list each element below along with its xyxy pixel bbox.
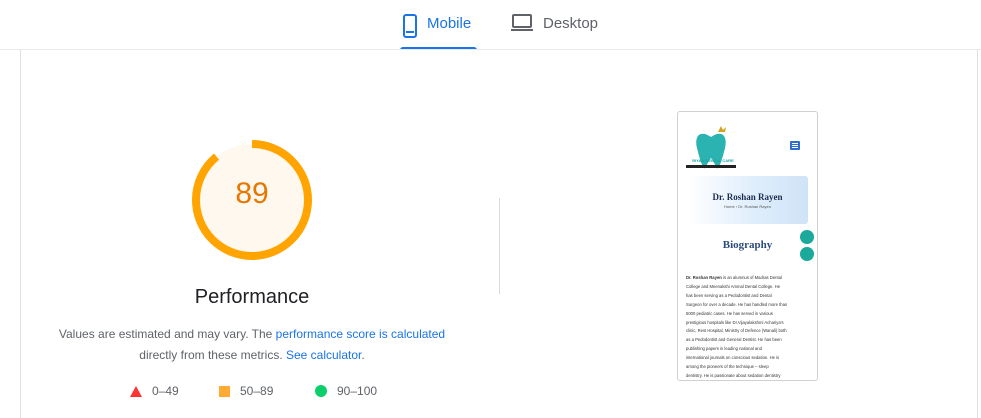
bio-line: is an alumnus of Madras Dental	[721, 275, 782, 280]
bio-line: dentistry. He is passionate about sedati…	[686, 372, 781, 378]
bio-line: College and Meenakshi Ammal Dental Colle…	[686, 283, 781, 289]
triangle-icon	[130, 385, 142, 397]
legend-label-fail: 0–49	[152, 384, 179, 398]
gauge-title: Performance	[194, 286, 310, 308]
laptop-icon	[511, 14, 533, 31]
hamburger-menu-icon	[790, 141, 800, 150]
desc-text-2: directly from these metrics.	[139, 348, 286, 362]
device-tab-bar: Mobile Desktop	[0, 0, 981, 50]
smartphone-icon	[403, 14, 417, 38]
legend-label-pass: 90–100	[337, 384, 378, 398]
legend-item-average: 50–89	[219, 383, 273, 399]
bio-line: among the pioneers of the technique – sl…	[686, 364, 769, 370]
tab-mobile-label: Mobile	[427, 15, 472, 32]
score-description: Values are estimated and may vary. The p…	[40, 324, 464, 366]
bio-line: clinic, Rest Hospital, Ministry of Defen…	[686, 328, 787, 334]
bio-line: Surgeon for over a decade. He has handle…	[686, 301, 788, 307]
legend-item-fail: 0–49	[130, 383, 179, 399]
legend-item-pass: 90–100	[315, 383, 377, 399]
logo-underline	[686, 165, 736, 168]
performance-score-link[interactable]: performance score is calculated	[276, 327, 445, 341]
tab-desktop-label: Desktop	[543, 15, 599, 32]
desc-text-1: Values are estimated and may vary. The	[58, 327, 276, 341]
tab-desktop[interactable]: Desktop	[511, 12, 598, 49]
bio-lead: Dr. Roshan Rayen	[686, 275, 722, 280]
bio-line: has been serving as a Pedodontist and De…	[686, 292, 772, 298]
bio-line: 5000 pediatric cases. He has served in v…	[686, 310, 773, 316]
preview-breadcrumb: Home › Dr. Roshan Rayen	[724, 204, 771, 209]
square-icon	[219, 385, 230, 397]
biography-heading: Biography	[722, 239, 773, 251]
doctor-name-heading: Dr. Roshan Rayen	[712, 192, 783, 202]
see-calculator-link[interactable]: See calculator	[286, 348, 361, 362]
email-fab-icon	[800, 230, 814, 244]
clinic-logo-text: RIYAN DENTAL CARE	[692, 158, 734, 163]
bio-line: international journals on conscious seda…	[686, 355, 780, 361]
circle-icon	[315, 385, 327, 397]
bio-line: publishing papers in leading national an…	[686, 346, 762, 352]
phone-fab-icon	[800, 247, 814, 261]
bio-line: as a Pedodontist and General Dentist. He…	[686, 337, 782, 343]
bio-line: prestigious hospitals like Dr.Vijayalaks…	[686, 319, 784, 325]
vertical-divider	[499, 198, 500, 294]
tab-mobile[interactable]: Mobile	[403, 12, 471, 49]
desc-text-3: .	[361, 348, 365, 362]
performance-score: 89	[235, 177, 269, 210]
tooth-logo-icon	[696, 126, 726, 169]
page-screenshot-preview[interactable]: RIYAN DENTAL CARE Dr. Roshan Rayen Home …	[677, 111, 818, 381]
legend-label-average: 50–89	[240, 384, 274, 398]
biography-text: Dr. Roshan Rayen is an alumnus of Madras…	[686, 274, 811, 380]
